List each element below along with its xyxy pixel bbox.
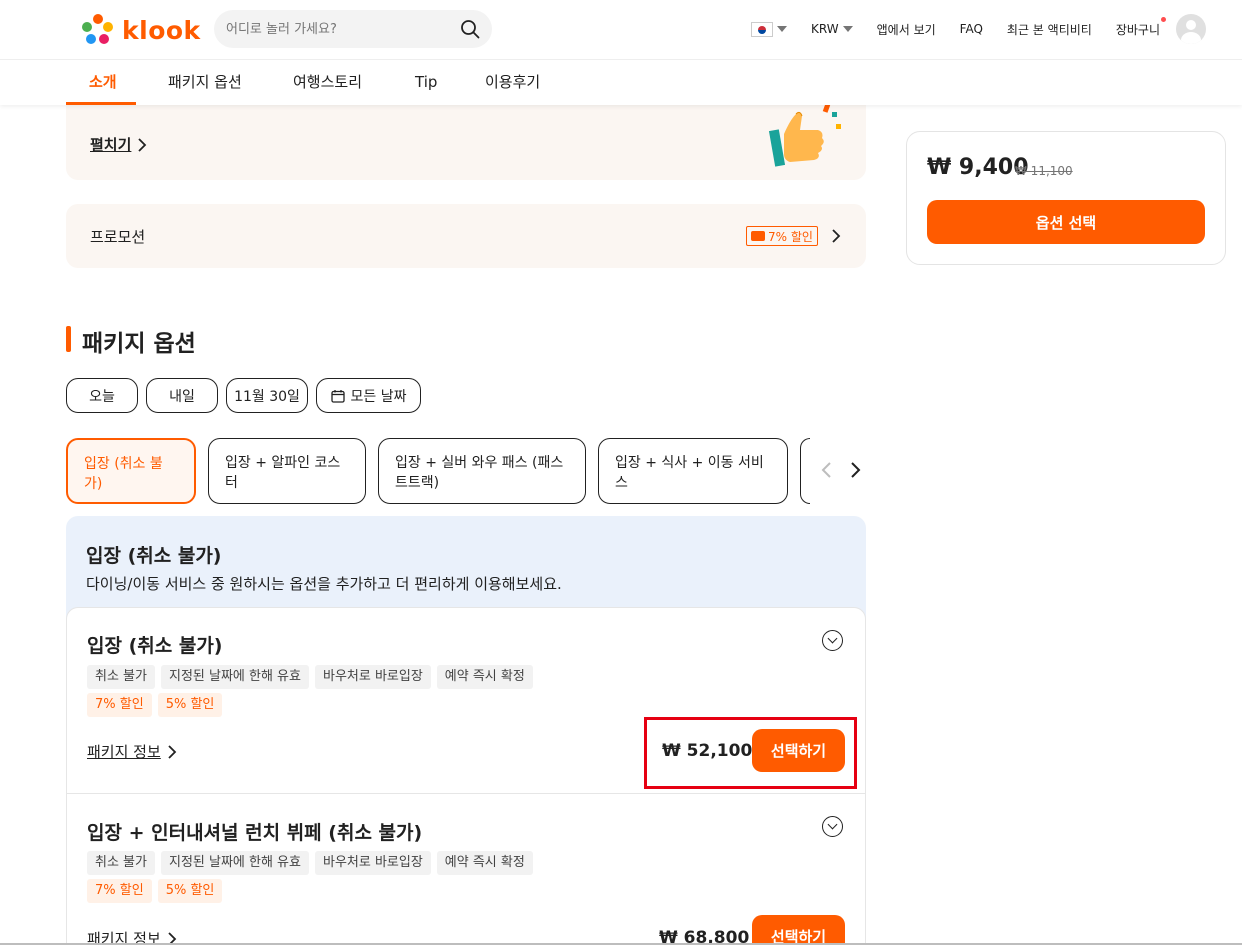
section-tabs: 소개 패키지 옵션 여행스토리 Tip 이용후기 bbox=[0, 60, 1242, 105]
package-chip-next-partial[interactable] bbox=[800, 438, 810, 504]
expand-link[interactable]: 펼치기 bbox=[90, 134, 147, 155]
select-option-button[interactable]: 옵션 선택 bbox=[927, 200, 1205, 244]
tag: 지정된 날짜에 한해 유효 bbox=[160, 851, 309, 875]
chevron-down-circle-icon[interactable] bbox=[822, 816, 843, 837]
tag: 바우처로 바로입장 bbox=[314, 851, 431, 875]
package-chip-silver-wow-pass[interactable]: 입장 + 실버 와우 패스 (패스트트랙) bbox=[378, 438, 586, 504]
currency-label: KRW bbox=[811, 22, 839, 36]
faq-label: FAQ bbox=[959, 22, 983, 36]
chevron-left-icon[interactable] bbox=[820, 461, 832, 479]
discount-tag: 7% 할인 bbox=[87, 693, 152, 717]
date-chip-label: 11월 30일 bbox=[234, 388, 300, 405]
option-title: 입장 + 인터내셔널 런치 뷔페 (취소 불가) bbox=[87, 822, 423, 844]
discount-tag: 5% 할인 bbox=[157, 879, 223, 903]
date-chip-tomorrow[interactable]: 내일 bbox=[146, 378, 218, 413]
top-header: klook KRW 앱에서 보기 FAQ 최근 본 액티비티 장바구니 bbox=[0, 0, 1242, 60]
search-input[interactable] bbox=[226, 21, 460, 37]
ticket-icon bbox=[751, 231, 765, 241]
tag: 예약 즉시 확정 bbox=[436, 665, 533, 689]
chevron-down-circle-icon[interactable] bbox=[822, 630, 843, 651]
cart-label: 장바구니 bbox=[1115, 22, 1160, 37]
date-chip-today[interactable]: 오늘 bbox=[66, 378, 138, 413]
date-chip-nov30[interactable]: 11월 30일 bbox=[226, 378, 308, 413]
discount-tag: 7% 할인 bbox=[87, 879, 152, 903]
search-icon[interactable] bbox=[460, 19, 480, 39]
tab-reviews[interactable]: 이용후기 bbox=[485, 60, 540, 105]
option-title: 입장 (취소 불가) bbox=[87, 635, 223, 657]
highlight-box bbox=[644, 717, 857, 789]
section-accent-bar bbox=[66, 326, 71, 352]
cart-link[interactable]: 장바구니 bbox=[1115, 16, 1166, 38]
package-chip-admission[interactable]: 입장 (취소 불가) bbox=[66, 438, 196, 504]
tab-package-options[interactable]: 패키지 옵션 bbox=[168, 60, 242, 105]
chevron-right-icon[interactable] bbox=[850, 461, 862, 479]
chevron-down-icon bbox=[842, 26, 853, 32]
currency-selector[interactable]: KRW bbox=[811, 22, 853, 36]
app-link-label: 앱에서 보기 bbox=[876, 22, 936, 37]
klook-logo-icon bbox=[82, 14, 113, 44]
promotion-label: 프로모션 bbox=[90, 228, 146, 246]
select-button[interactable]: 선택하기 bbox=[752, 915, 845, 945]
header-menu: KRW 앱에서 보기 FAQ 최근 본 액티비티 장바구니 bbox=[727, 0, 1206, 58]
package-chip-label: 입장 + 알파인 코스터 bbox=[225, 455, 341, 491]
promotion-badge: 7% 할인 bbox=[746, 226, 818, 246]
section-title: 패키지 옵션 bbox=[82, 331, 196, 357]
language-selector[interactable] bbox=[751, 21, 788, 37]
chevron-down-icon bbox=[777, 26, 788, 32]
date-chip-all-dates[interactable]: 모든 날짜 bbox=[316, 378, 421, 413]
panel-title: 입장 (취소 불가) bbox=[86, 545, 222, 567]
package-chip-label: 입장 (취소 불가) bbox=[84, 456, 163, 492]
tab-travel-story[interactable]: 여행스토리 bbox=[293, 60, 362, 105]
calendar-icon bbox=[330, 389, 345, 403]
package-chip-label: 입장 + 실버 와우 패스 (패스트트랙) bbox=[395, 455, 564, 491]
recent-activities-link[interactable]: 최근 본 액티비티 bbox=[1007, 21, 1092, 38]
discount-tags: 7% 할인 5% 할인 bbox=[87, 879, 223, 903]
package-chip-label: 입장 + 식사 + 이동 서비스 bbox=[615, 455, 764, 491]
chevron-right-icon bbox=[138, 137, 147, 152]
sidebar-price: ₩ 9,400 bbox=[927, 155, 1029, 180]
app-link[interactable]: 앱에서 보기 bbox=[877, 21, 936, 38]
klook-logo[interactable]: klook bbox=[80, 12, 201, 48]
package-chip-alpine-coaster[interactable]: 입장 + 알파인 코스터 bbox=[208, 438, 366, 504]
date-chip-label: 모든 날짜 bbox=[350, 388, 407, 405]
search-bar[interactable] bbox=[214, 10, 492, 48]
date-chip-label: 내일 bbox=[169, 388, 195, 405]
active-tab-indicator bbox=[66, 102, 136, 105]
date-chip-label: 오늘 bbox=[89, 388, 115, 405]
tag: 취소 불가 bbox=[87, 665, 155, 689]
option-tags: 취소 불가 지정된 날짜에 한해 유효 바우처로 바로입장 예약 즉시 확정 bbox=[87, 851, 533, 875]
price-sidebar-card bbox=[906, 131, 1226, 265]
tag: 지정된 날짜에 한해 유효 bbox=[160, 665, 309, 689]
tag: 예약 즉시 확정 bbox=[436, 851, 533, 875]
intro-card bbox=[66, 92, 866, 180]
thumbs-up-illustration-icon bbox=[768, 103, 841, 167]
package-info-label: 패키지 정보 bbox=[87, 743, 161, 761]
discount-tags: 7% 할인 5% 할인 bbox=[87, 693, 223, 717]
option-tags: 취소 불가 지정된 날짜에 한해 유효 바우처로 바로입장 예약 즉시 확정 bbox=[87, 665, 533, 689]
cart-notification-dot bbox=[1161, 16, 1166, 22]
faq-link[interactable]: FAQ bbox=[960, 22, 983, 36]
panel-description: 다이닝/이동 서비스 중 원하시는 옵션을 추가하고 더 편리하게 이용해보세요… bbox=[86, 575, 562, 593]
tag: 바우처로 바로입장 bbox=[314, 665, 431, 689]
sidebar-old-price: ₩ 11,100 bbox=[1015, 164, 1073, 178]
discount-tag: 5% 할인 bbox=[157, 693, 223, 717]
package-info-link[interactable]: 패키지 정보 bbox=[87, 741, 177, 762]
expand-label: 펼치기 bbox=[90, 136, 132, 154]
logo-text: klook bbox=[122, 15, 201, 45]
tag: 취소 불가 bbox=[87, 851, 155, 875]
package-chip-meal-transfer[interactable]: 입장 + 식사 + 이동 서비스 bbox=[598, 438, 788, 504]
option-divider bbox=[66, 793, 866, 794]
chevron-right-icon bbox=[168, 744, 177, 759]
korea-flag-icon bbox=[751, 21, 774, 37]
promotion-badge-text: 7% 할인 bbox=[768, 229, 813, 244]
recent-label: 최근 본 액티비티 bbox=[1006, 22, 1092, 37]
chevron-right-icon[interactable] bbox=[831, 229, 841, 243]
tab-intro[interactable]: 소개 bbox=[89, 60, 117, 105]
user-avatar[interactable] bbox=[1176, 14, 1206, 44]
tab-tip[interactable]: Tip bbox=[415, 60, 437, 105]
